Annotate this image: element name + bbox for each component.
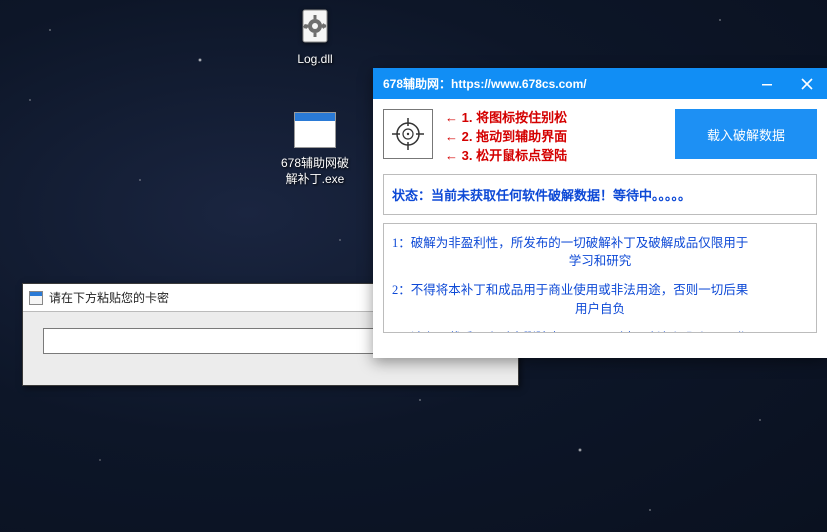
rule-2: 2：不得将本补丁和成品用于商业使用或非法用途，否则一切后果 用户自负 bbox=[392, 281, 808, 319]
rule-1-text-b: 学习和研究 bbox=[392, 252, 808, 271]
rule-1-num: 1： bbox=[392, 236, 411, 250]
rule-2-text-b: 用户自负 bbox=[392, 300, 808, 319]
minimize-button[interactable] bbox=[747, 68, 787, 99]
load-crack-data-button[interactable]: 载入破解数据 bbox=[675, 109, 817, 159]
rule-3-text-a: 请在下载后24小时内删除本工具，否则出现任何问题与工具作 bbox=[411, 331, 749, 333]
rule-1: 1：破解为非盈利性，所发布的一切破解补丁及破解成品仅限用于 学习和研究 bbox=[392, 234, 808, 272]
crack-titlebar[interactable]: 678辅助网：https://www.678cs.com/ bbox=[373, 68, 827, 99]
desktop-icon-678-exe[interactable]: 678辅助网破解补丁.exe bbox=[275, 108, 355, 187]
window-thumb-icon bbox=[293, 108, 337, 152]
desktop-icon-label: Log.dll bbox=[297, 52, 332, 68]
instruction-line-2: ← 2. 拖动到辅助界面 bbox=[445, 128, 567, 147]
rule-3-num: 3： bbox=[392, 331, 411, 333]
status-box: 状态：当前未获取任何软件破解数据！等待中。。。。。 bbox=[383, 174, 817, 215]
load-button-label: 载入破解数据 bbox=[707, 125, 785, 144]
gear-doc-icon bbox=[293, 4, 337, 48]
desktop-icon-label: 678辅助网破解补丁.exe bbox=[275, 156, 355, 187]
rules-box: 1：破解为非盈利性，所发布的一切破解补丁及破解成品仅限用于 学习和研究 2：不得… bbox=[383, 223, 817, 333]
rule-2-num: 2： bbox=[392, 283, 411, 297]
status-label: 状态： bbox=[392, 188, 431, 203]
desktop-icon-log-dll[interactable]: Log.dll bbox=[275, 4, 355, 68]
instruction-line-3: ← 3. 松开鼠标点登陆 bbox=[445, 147, 567, 166]
rule-1-text-a: 破解为非盈利性，所发布的一切破解补丁及破解成品仅限用于 bbox=[411, 236, 749, 250]
instruction-line-1: ← 1. 将图标按住别松 bbox=[445, 109, 567, 128]
crack-title-text: 678辅助网：https://www.678cs.com/ bbox=[383, 75, 587, 92]
rule-2-text-a: 不得将本补丁和成品用于商业使用或非法用途，否则一切后果 bbox=[411, 283, 749, 297]
kami-title-text: 请在下方粘贴您的卡密 bbox=[49, 289, 169, 306]
app-window-icon bbox=[29, 291, 43, 305]
instructions-text: ← 1. 将图标按住别松 ← 2. 拖动到辅助界面 ← 3. 松开鼠标点登陆 bbox=[445, 109, 567, 166]
crack-top-row: ← 1. 将图标按住别松 ← 2. 拖动到辅助界面 ← 3. 松开鼠标点登陆 载… bbox=[373, 99, 827, 174]
crack-window: 678辅助网：https://www.678cs.com/ ← 1. 将图标按住… bbox=[373, 68, 827, 358]
crosshair-icon bbox=[391, 117, 425, 151]
rule-3: 3：请在下载后24小时内删除本工具，否则出现任何问题与工具作 bbox=[392, 329, 808, 333]
status-text: 当前未获取任何软件破解数据！等待中。。。。。 bbox=[431, 188, 691, 203]
drag-target-handle[interactable] bbox=[383, 109, 433, 159]
close-button[interactable] bbox=[787, 68, 827, 99]
